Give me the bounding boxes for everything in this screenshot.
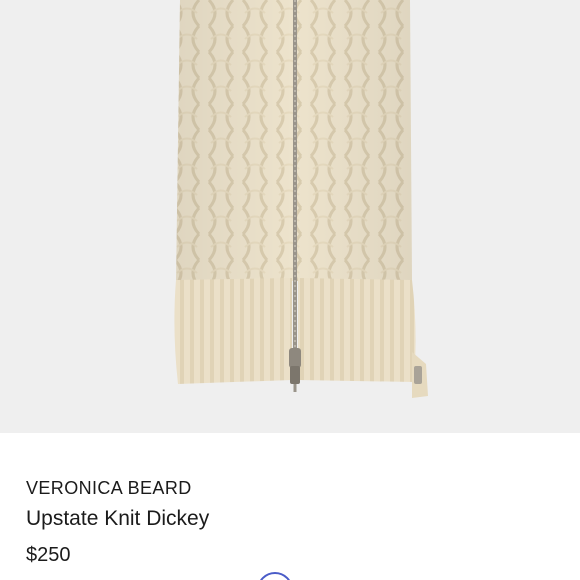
product-price: $250 bbox=[26, 544, 71, 566]
listing-screen: VERONICA BEARD Upstate Knit Dickey $250 bbox=[0, 0, 580, 580]
product-image-area[interactable] bbox=[0, 0, 580, 433]
circle-button-icon[interactable] bbox=[257, 572, 293, 580]
ribbed-hem bbox=[174, 278, 428, 398]
product-photo bbox=[174, 0, 428, 398]
product-title: Upstate Knit Dickey bbox=[26, 507, 210, 530]
brand-name[interactable]: VERONICA BEARD bbox=[26, 478, 192, 499]
